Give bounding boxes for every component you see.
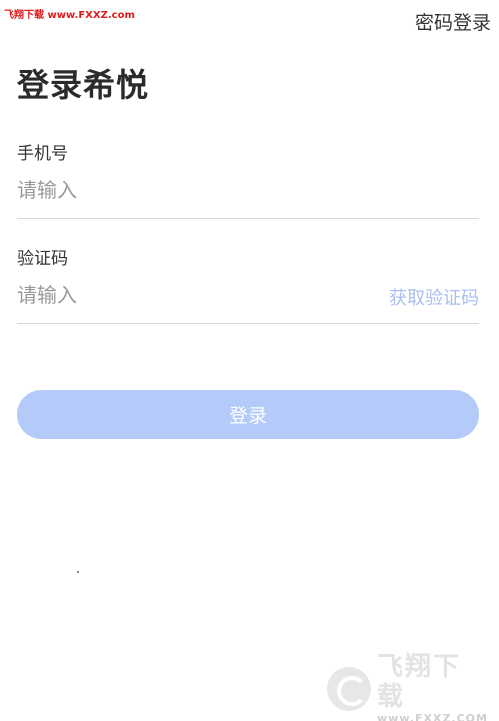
site-logo-watermark: 飞翔下载 www.FXXZ.COM: [327, 652, 487, 721]
phone-label: 手机号: [17, 144, 68, 164]
stray-dot: [77, 571, 79, 573]
page-title: 登录希悦: [17, 66, 150, 104]
logo-text: 飞翔下载 www.FXXZ.COM: [377, 652, 488, 721]
login-screen: 飞翔下载 www.FXXZ.com 密码登录 登录希悦 手机号 验证码 获取验证…: [0, 0, 499, 721]
phone-field: 手机号: [17, 143, 479, 219]
code-field: 验证码 获取验证码: [17, 248, 479, 324]
login-button[interactable]: 登录: [17, 390, 479, 439]
password-login-link[interactable]: 密码登录: [415, 8, 491, 35]
phone-input[interactable]: [17, 175, 357, 205]
verification-code-input[interactable]: [17, 280, 357, 310]
site-watermark: 飞翔下载 www.FXXZ.com: [4, 10, 135, 21]
logo-badge-icon: [327, 667, 371, 711]
logo-main-text: 飞翔下载: [377, 652, 462, 712]
code-label: 验证码: [17, 249, 68, 269]
get-code-button[interactable]: 获取验证码: [389, 284, 479, 310]
logo-sub-text: www.FXXZ.COM: [377, 712, 488, 721]
